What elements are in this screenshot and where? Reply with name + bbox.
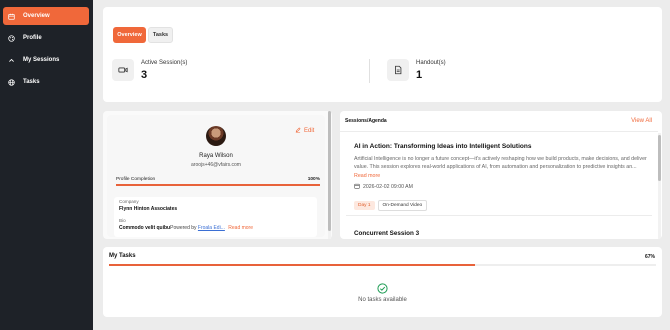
profile-completion-value: 100% xyxy=(307,177,320,182)
video-camera-icon xyxy=(112,59,134,81)
profile-panel: Edit Raya Wilson aroojs+46@vfairs.com Pr… xyxy=(107,115,325,237)
avatar xyxy=(206,126,226,146)
session-tags: Day 1 On-Demand Video xyxy=(354,193,430,211)
sessions-scrollbar[interactable] xyxy=(658,133,661,239)
check-circle-icon xyxy=(377,281,388,294)
company-value: Flynn Hinton Associates xyxy=(119,206,178,212)
tasks-progress-fill xyxy=(109,264,476,266)
sidebar-item-profile[interactable]: Profile xyxy=(3,29,89,47)
sidebar-item-label: My Sessions xyxy=(23,57,60,63)
divider xyxy=(346,215,652,216)
bio-text: Commodo velit quibuPowered by Froala Edi… xyxy=(119,225,253,231)
session-description: Artificial Intelligence is no longer a f… xyxy=(354,155,649,180)
tasks-progress-bar xyxy=(109,264,656,266)
profile-name: Raya Wilson xyxy=(199,153,233,159)
session-title[interactable]: Concurrent Session 3 xyxy=(354,230,419,237)
empty-tasks-text: No tasks available xyxy=(358,297,407,303)
view-all-link[interactable]: View All xyxy=(631,118,652,124)
document-icon xyxy=(387,59,409,81)
stat-value-handouts: 1 xyxy=(416,69,423,81)
profile-card: Edit Raya Wilson aroojs+46@vfairs.com Pr… xyxy=(103,111,332,239)
tasks-card: My Tasks 67% No tasks available xyxy=(103,247,662,317)
session-datetime-text: 2026-02-02 09:00 AM xyxy=(363,184,413,190)
session-read-more-link[interactable]: Read more xyxy=(354,173,380,179)
profile-completion-label: Profile Completion xyxy=(116,177,156,182)
sidebar-item-overview[interactable]: Overview xyxy=(3,7,89,25)
globe-icon xyxy=(7,78,16,87)
edit-profile-button[interactable]: Edit xyxy=(295,127,314,135)
session-datetime: 2026-02-02 09:00 AM xyxy=(354,183,413,191)
stat-label-handouts: Handout(s) xyxy=(416,60,446,66)
tasks-heading: My Tasks xyxy=(109,253,136,259)
tab-overview[interactable]: Overview xyxy=(113,27,146,43)
tab-tasks[interactable]: Tasks xyxy=(148,27,173,43)
sessions-heading: Sessions/Agenda xyxy=(345,118,387,124)
profile-email: aroojs+46@vfairs.com xyxy=(191,162,241,168)
bio-value: Commodo velit quibu xyxy=(119,225,171,231)
sidebar-item-label: Overview xyxy=(23,13,50,19)
overview-card: Overview Tasks Active Session(s) 3 Hando… xyxy=(103,7,662,102)
calendar-icon xyxy=(7,12,16,21)
palette-icon xyxy=(7,34,16,43)
sidebar-item-my-sessions[interactable]: My Sessions xyxy=(3,51,89,69)
bio-label: Bio xyxy=(119,218,126,223)
sessions-card: Sessions/Agenda View All AI in Action: T… xyxy=(340,111,662,239)
froala-link[interactable]: Froala Edi... xyxy=(198,225,225,231)
edit-label: Edit xyxy=(304,128,315,134)
sidebar: Overview Profile My Sessions Tasks xyxy=(0,0,93,330)
sidebar-item-label: Profile xyxy=(23,35,42,41)
session-title[interactable]: AI in Action: Transforming Ideas into In… xyxy=(354,143,531,150)
tag-type: On-Demand Video xyxy=(377,200,428,211)
sidebar-item-label: Tasks xyxy=(23,79,40,85)
divider xyxy=(340,131,658,132)
chevron-up-icon xyxy=(7,56,16,65)
profile-details: Company Flynn Hinton Associates Bio Comm… xyxy=(114,197,317,237)
stat-label-active-sessions: Active Session(s) xyxy=(141,60,188,66)
bio-powered: Powered by xyxy=(170,225,198,231)
sessions-scroll-thumb[interactable] xyxy=(658,135,661,181)
calendar-icon xyxy=(354,183,360,191)
pencil-icon xyxy=(295,127,301,135)
profile-completion-fill xyxy=(116,184,320,186)
profile-scrollbar[interactable] xyxy=(328,111,331,239)
company-label: Company xyxy=(119,199,139,204)
divider xyxy=(369,59,370,83)
bio-read-more-link[interactable]: Read more xyxy=(228,225,253,231)
sidebar-item-tasks[interactable]: Tasks xyxy=(3,73,89,91)
tasks-progress-value: 67% xyxy=(644,254,655,260)
stat-value-active-sessions: 3 xyxy=(141,69,148,81)
profile-scroll-thumb[interactable] xyxy=(328,111,331,231)
session-description-text: Artificial Intelligence is no longer a f… xyxy=(354,156,647,171)
profile-completion-bar xyxy=(116,184,320,186)
tag-day: Day 1 xyxy=(354,201,375,210)
